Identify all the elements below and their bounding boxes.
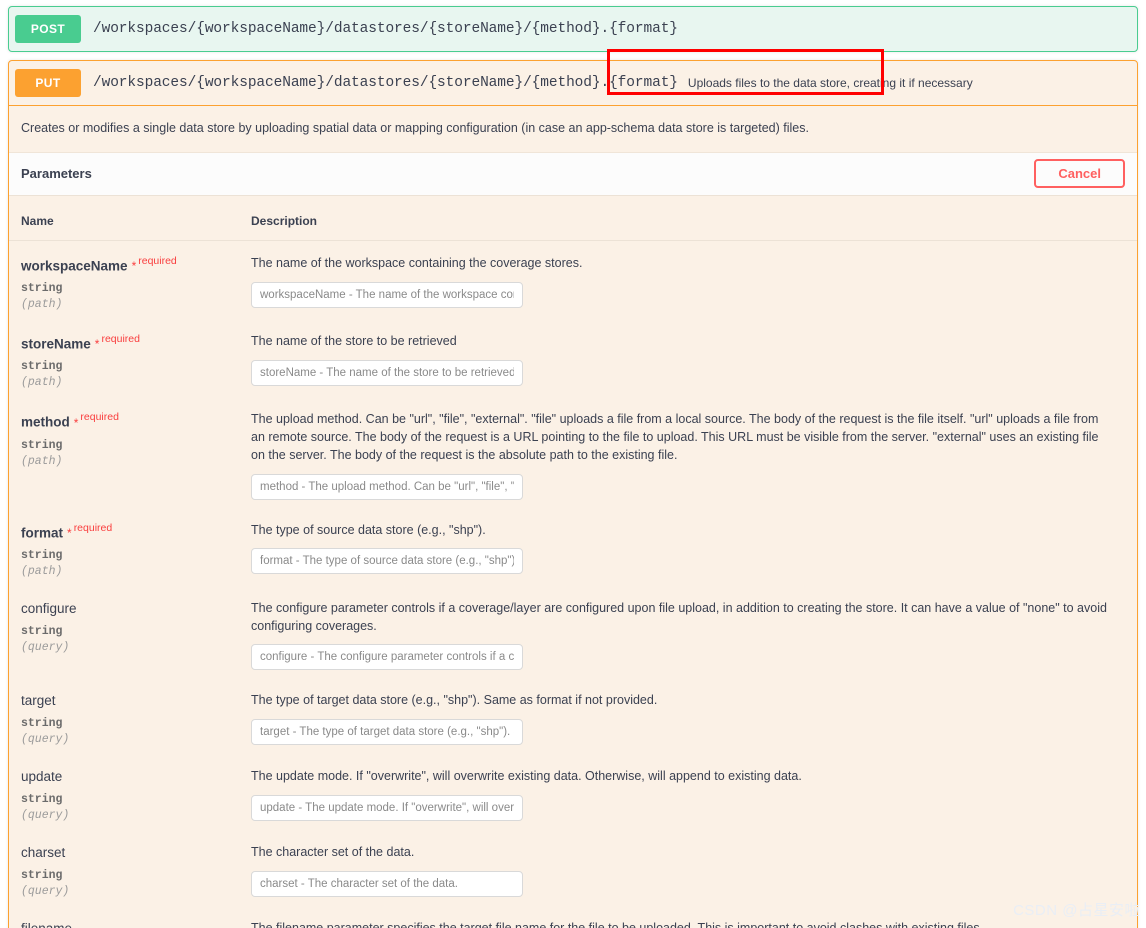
parameter-location: (path): [21, 564, 63, 578]
parameter-description: The type of target data store (e.g., "sh…: [251, 693, 658, 708]
parameter-description: The character set of the data.: [251, 845, 415, 860]
parameter-description: The update mode. If "overwrite", will ov…: [251, 769, 802, 784]
parameter-location: (path): [21, 454, 63, 468]
parameter-name: update: [21, 769, 63, 785]
parameter-type: string: [21, 438, 63, 452]
parameter-description-cell: The name of the store to be retrieved: [239, 319, 1137, 397]
parameter-description: The configure parameter controls if a co…: [251, 600, 1107, 633]
parameter-type: string: [21, 869, 63, 883]
parameter-name: filename: [21, 921, 72, 928]
parameter-description-cell: The type of source data store (e.g., "sh…: [239, 508, 1137, 586]
parameters-table-header-row: Name Description: [9, 195, 1137, 241]
parameter-input-format[interactable]: [251, 548, 523, 575]
table-row: filename string (query) The filename par…: [9, 906, 1137, 928]
operation-post-summary[interactable]: POST /workspaces/{workspaceName}/datasto…: [9, 7, 1137, 51]
watermark-text: CSDN @占星安啦: [1013, 902, 1140, 919]
required-label: required: [101, 333, 140, 346]
parameter-name: method: [21, 414, 70, 430]
table-row: workspaceName * required string (path) The…: [9, 240, 1137, 319]
operation-put-body: Creates or modifies a single data store …: [9, 105, 1137, 928]
table-row: update string (query) The update mode. I…: [9, 754, 1137, 830]
parameter-description: The filename parameter specifies the tar…: [251, 920, 1107, 928]
parameter-input-target[interactable]: [251, 719, 523, 746]
parameter-name: charset: [21, 845, 66, 861]
parameter-name-cell: workspaceName * required string (path): [9, 240, 239, 319]
required-star-icon: *: [67, 525, 72, 540]
operation-put-path: /workspaces/{workspaceName}/datastores/{…: [93, 75, 678, 91]
swagger-ui-page: POST /workspaces/{workspaceName}/datasto…: [0, 0, 1146, 928]
cancel-button[interactable]: Cancel: [1034, 159, 1125, 189]
parameter-description: The upload method. Can be "url", "file",…: [251, 412, 1099, 462]
parameter-name: storeName: [21, 336, 91, 352]
parameter-location: (path): [21, 298, 63, 312]
parameter-name-cell: filename string (query): [9, 906, 239, 928]
parameter-input-workspacename[interactable]: [251, 281, 523, 308]
parameter-name: format: [21, 524, 64, 540]
parameter-input-configure[interactable]: [251, 644, 523, 671]
parameter-type: string: [21, 624, 63, 638]
parameter-description-cell: The character set of the data.: [239, 830, 1137, 906]
table-row: target string (query) The type of target…: [9, 678, 1137, 754]
parameter-name-cell: method * required string (path): [9, 397, 239, 507]
parameter-name: configure: [21, 600, 77, 616]
parameter-description-cell: The filename parameter specifies the tar…: [239, 906, 1137, 928]
required-label: required: [80, 411, 119, 424]
parameter-location: (query): [21, 640, 70, 654]
parameters-table: Name Description workspaceName * required …: [9, 195, 1137, 928]
http-method-badge-put: PUT: [15, 69, 81, 97]
parameter-type: string: [21, 548, 63, 562]
table-row: storeName * required string (path) The nam…: [9, 319, 1137, 397]
parameter-name-cell: update string (query): [9, 754, 239, 830]
parameter-name-cell: charset string (query): [9, 830, 239, 906]
table-row: method * required string (path) The upload…: [9, 397, 1137, 507]
parameter-name: target: [21, 693, 56, 709]
column-header-description: Description: [239, 195, 1137, 241]
required-label: required: [73, 521, 113, 534]
parameter-description: The name of the store to be retrieved: [251, 334, 457, 349]
parameters-title: Parameters: [21, 166, 92, 182]
parameter-input-method[interactable]: [251, 473, 523, 500]
parameter-type: string: [21, 282, 63, 296]
required-star-icon: *: [131, 259, 137, 274]
operation-put[interactable]: PUT /workspaces/{workspaceName}/datastor…: [8, 60, 1138, 928]
parameter-name-cell: format * required string (path): [9, 508, 239, 586]
parameter-description: The type of source data store (e.g., "sh…: [251, 522, 486, 537]
parameter-location: (query): [21, 733, 70, 747]
operation-put-summary[interactable]: PUT /workspaces/{workspaceName}/datastor…: [9, 61, 1137, 105]
operation-put-summary-text: Uploads files to the data store, creatin…: [687, 76, 973, 90]
parameter-name-cell: storeName * required string (path): [9, 319, 239, 397]
operation-description: Creates or modifies a single data store …: [21, 121, 809, 135]
parameter-description-cell: The upload method. Can be "url", "file",…: [239, 397, 1137, 507]
parameter-location: (query): [21, 809, 70, 823]
table-row: configure string (query) The configure p…: [9, 586, 1137, 679]
operation-post-path: /workspaces/{workspaceName}/datastores/{…: [93, 21, 678, 37]
parameters-table-body: workspaceName * required string (path) The…: [9, 240, 1137, 928]
parameter-name-cell: configure string (query): [9, 586, 239, 679]
parameter-description-cell: The type of target data store (e.g., "sh…: [239, 678, 1137, 754]
operation-post[interactable]: POST /workspaces/{workspaceName}/datasto…: [8, 6, 1138, 52]
column-header-name: Name: [9, 195, 239, 241]
parameter-location: (path): [21, 376, 63, 390]
parameter-location: (query): [21, 885, 70, 899]
table-row: format * required string (path) The type o…: [9, 508, 1137, 586]
parameter-type: string: [21, 360, 63, 374]
parameter-type: string: [21, 717, 63, 731]
parameter-description-cell: The update mode. If "overwrite", will ov…: [239, 754, 1137, 830]
parameters-bar: Parameters Cancel: [9, 151, 1137, 196]
http-method-badge-post: POST: [15, 15, 81, 43]
table-row: charset string (query) The character set…: [9, 830, 1137, 906]
parameter-input-charset[interactable]: [251, 871, 523, 898]
parameter-description: The name of the workspace containing the…: [251, 255, 583, 270]
parameter-name: workspaceName: [21, 258, 128, 274]
parameter-name-cell: target string (query): [9, 678, 239, 754]
parameter-type: string: [21, 793, 63, 807]
parameter-input-update[interactable]: [251, 795, 523, 822]
parameter-input-storename[interactable]: [251, 359, 523, 386]
parameter-description-cell: The name of the workspace containing the…: [239, 240, 1137, 319]
parameter-description-cell: The configure parameter controls if a co…: [239, 586, 1137, 679]
required-label: required: [138, 254, 177, 267]
